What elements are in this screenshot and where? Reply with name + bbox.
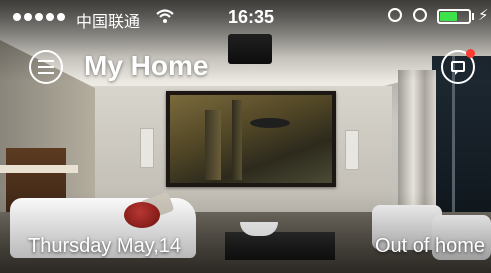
- hamburger-icon: [38, 60, 54, 62]
- menu-button[interactable]: [29, 50, 63, 84]
- hamburger-icon: [38, 66, 54, 68]
- page-title: My Home: [84, 50, 209, 81]
- status-bar: 中国联通 16:35 ⚡: [0, 0, 491, 34]
- message-icon: [451, 61, 465, 75]
- notification-badge: [466, 49, 475, 58]
- home-mode-status[interactable]: Out of home: [375, 235, 485, 258]
- carrier-name: 中国联通: [76, 14, 141, 31]
- home-screen: 中国联通 16:35 ⚡ My Home Thursday May,14 Out…: [0, 0, 491, 273]
- battery-cap: [472, 13, 474, 20]
- living-room-background-image: [0, 0, 491, 273]
- battery-icon: [437, 9, 471, 24]
- battery-level: [440, 12, 457, 21]
- hamburger-icon: [38, 72, 54, 74]
- rotation-lock-icon: [388, 8, 402, 22]
- wifi-icon: [155, 8, 175, 29]
- alarm-icon: [413, 8, 427, 22]
- signal-strength-icon: [13, 13, 65, 21]
- charging-icon: ⚡: [478, 7, 489, 24]
- image-shade-overlay: [0, 0, 491, 273]
- current-date: Thursday May,14: [28, 235, 182, 257]
- status-time: 16:35: [228, 7, 275, 27]
